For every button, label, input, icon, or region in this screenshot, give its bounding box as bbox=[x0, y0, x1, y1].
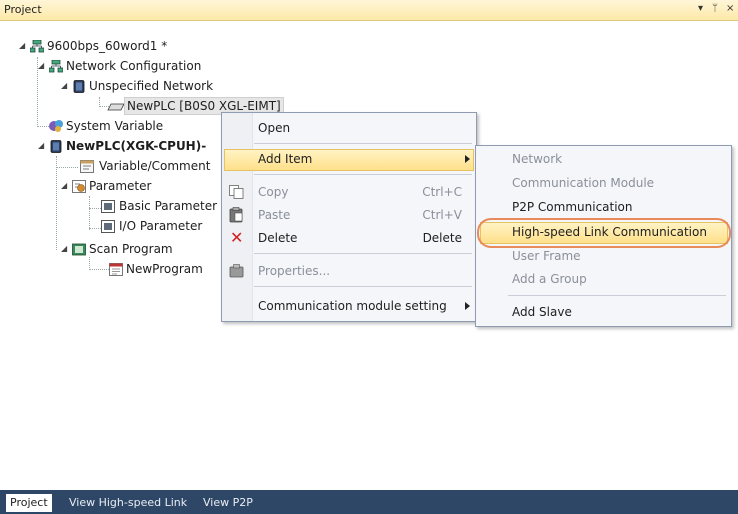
tree-label: Network Configuration bbox=[66, 59, 202, 73]
menu-item-label: P2P Communication bbox=[512, 200, 633, 214]
tree-label: Variable/Comment bbox=[99, 159, 211, 173]
variable-comment-icon bbox=[80, 160, 94, 173]
menu-item-open[interactable]: Open bbox=[222, 117, 476, 139]
tree-item-network-configuration[interactable]: ◢ Network Configuration bbox=[0, 57, 320, 75]
menu-item-shortcut: Ctrl+V bbox=[422, 208, 462, 222]
menu-item-shortcut: Delete bbox=[422, 231, 462, 245]
tree-label: Parameter bbox=[89, 179, 152, 193]
tree-label: NewProgram bbox=[126, 262, 203, 276]
project-panel-titlebar: Project ▾ ᛘ × bbox=[0, 0, 738, 21]
io-parameter-icon bbox=[101, 220, 115, 233]
copy-icon bbox=[229, 185, 244, 199]
delete-icon: ✕ bbox=[230, 228, 244, 247]
tree-item-newplc[interactable]: ◢ NewPLC(XGK-CPUH)- bbox=[0, 137, 222, 155]
menu-separator bbox=[254, 174, 472, 175]
menu-item-label: User Frame bbox=[512, 249, 581, 263]
menu-item-paste[interactable]: Paste Ctrl+V bbox=[222, 204, 476, 226]
menu-item-label: Paste bbox=[258, 208, 291, 222]
scan-program-icon bbox=[72, 243, 86, 256]
menu-item-properties[interactable]: Properties... bbox=[222, 260, 476, 282]
menu-item-label: Properties... bbox=[258, 264, 331, 278]
menu-item-label: Network bbox=[512, 152, 563, 166]
close-icon[interactable]: × bbox=[726, 3, 734, 14]
tree-item-basic-parameter[interactable]: Basic Parameter bbox=[0, 197, 222, 215]
plc-module-icon bbox=[107, 103, 125, 111]
collapse-triangle-icon[interactable]: ◢ bbox=[61, 240, 67, 258]
context-menu: Open Add Item Copy Ctrl+C Paste Ctrl+V ✕… bbox=[221, 112, 477, 322]
menu-item-label: Add a Group bbox=[512, 272, 587, 286]
tree-item-system-variable[interactable]: System Variable bbox=[0, 117, 220, 135]
panel-title: Project bbox=[4, 3, 42, 16]
menu-item-label: Communication Module bbox=[512, 176, 655, 190]
tree-label: NewPLC(XGK-CPUH)- bbox=[66, 139, 207, 153]
menu-item-shortcut: Ctrl+C bbox=[422, 185, 462, 199]
paste-icon bbox=[229, 207, 243, 223]
tree-label: 9600bps_60word1 * bbox=[47, 39, 168, 53]
system-variable-icon bbox=[49, 120, 63, 132]
collapse-triangle-icon[interactable]: ◢ bbox=[38, 57, 44, 75]
submenu-item-user-frame[interactable]: User Frame bbox=[476, 245, 731, 267]
menu-item-label: Delete bbox=[258, 231, 298, 245]
tab-view-high-speed-link[interactable]: View High-speed Link bbox=[65, 494, 191, 512]
collapse-triangle-icon[interactable]: ◢ bbox=[61, 77, 67, 95]
tree-label: Unspecified Network bbox=[89, 79, 214, 93]
program-icon bbox=[109, 263, 123, 276]
menu-separator bbox=[254, 143, 472, 144]
tree-label: System Variable bbox=[66, 119, 164, 133]
network-icon bbox=[73, 80, 85, 93]
plc-icon bbox=[50, 140, 62, 153]
menu-item-delete[interactable]: ✕ Delete Delete bbox=[222, 227, 476, 249]
tree-label: I/O Parameter bbox=[119, 219, 203, 233]
tree-label: Basic Parameter bbox=[119, 199, 218, 213]
tree-item-scan-program[interactable]: ◢ Scan Program bbox=[0, 240, 222, 258]
menu-item-label: High-speed Link Communication bbox=[512, 225, 707, 239]
submenu-item-p2p-communication[interactable]: P2P Communication bbox=[476, 196, 731, 218]
add-item-submenu: Network Communication Module P2P Communi… bbox=[475, 145, 732, 327]
submenu-arrow-icon bbox=[465, 155, 470, 163]
submenu-item-communication-module[interactable]: Communication Module bbox=[476, 172, 731, 194]
tree-item-new-program[interactable]: NewProgram bbox=[0, 260, 222, 278]
menu-item-label: Add Item bbox=[258, 152, 313, 166]
tree-item-variable-comment[interactable]: Variable/Comment bbox=[0, 157, 222, 175]
menu-separator bbox=[254, 253, 472, 254]
submenu-item-add-slave[interactable]: Add Slave bbox=[476, 301, 731, 323]
tree-item-project[interactable]: ◢ 9600bps_60word1 * bbox=[0, 37, 320, 55]
submenu-item-high-speed-link-communication[interactable]: High-speed Link Communication bbox=[476, 221, 731, 243]
menu-separator bbox=[508, 295, 726, 296]
menu-item-copy[interactable]: Copy Ctrl+C bbox=[222, 181, 476, 203]
project-icon bbox=[30, 40, 44, 53]
tree-item-io-parameter[interactable]: I/O Parameter bbox=[0, 217, 222, 235]
dropdown-icon[interactable]: ▾ bbox=[698, 3, 703, 14]
tab-view-p2p[interactable]: View P2P bbox=[199, 494, 257, 512]
menu-item-communication-module-setting[interactable]: Communication module setting bbox=[222, 295, 476, 317]
submenu-item-add-a-group[interactable]: Add a Group bbox=[476, 268, 731, 290]
menu-item-label: Communication module setting bbox=[258, 299, 447, 313]
bottom-tab-bar: Project View High-speed Link View P2P bbox=[0, 490, 738, 514]
basic-parameter-icon bbox=[101, 200, 115, 213]
collapse-triangle-icon[interactable]: ◢ bbox=[61, 177, 67, 195]
tree-label: Scan Program bbox=[89, 242, 173, 256]
properties-icon bbox=[229, 264, 244, 278]
submenu-arrow-icon bbox=[465, 302, 470, 310]
menu-item-label: Add Slave bbox=[512, 305, 572, 319]
network-configuration-icon bbox=[49, 60, 63, 73]
menu-item-label: Open bbox=[258, 121, 291, 135]
menu-item-add-item[interactable]: Add Item bbox=[222, 148, 476, 170]
submenu-item-network[interactable]: Network bbox=[476, 148, 731, 170]
menu-item-label: Copy bbox=[258, 185, 289, 199]
menu-separator bbox=[254, 286, 472, 287]
collapse-triangle-icon[interactable]: ◢ bbox=[19, 37, 25, 55]
collapse-triangle-icon[interactable]: ◢ bbox=[38, 137, 44, 155]
tab-project[interactable]: Project bbox=[6, 494, 52, 512]
tree-item-parameter[interactable]: ◢ Parameter bbox=[0, 177, 222, 195]
parameter-icon bbox=[72, 180, 86, 193]
tree-item-unspecified-network[interactable]: ◢ Unspecified Network bbox=[0, 77, 320, 95]
pin-icon[interactable]: ᛘ bbox=[712, 3, 718, 14]
